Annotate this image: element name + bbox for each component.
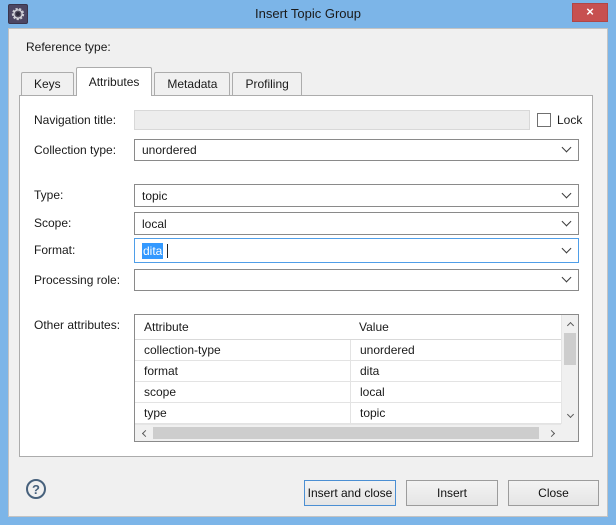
close-button[interactable]: Close [508,480,599,506]
collection-type-label: Collection type: [34,139,116,161]
column-header-value[interactable]: Value [350,315,561,339]
insert-and-close-button[interactable]: Insert and close [304,480,396,506]
help-icon[interactable]: ? [26,479,46,499]
chevron-down-icon [563,144,570,151]
scroll-down-icon[interactable] [562,407,579,424]
column-header-attribute[interactable]: Attribute [135,315,350,339]
tab-attributes[interactable]: Attributes [76,67,153,96]
chevron-down-icon [563,218,570,225]
type-combobox[interactable]: topic [134,184,579,207]
format-combobox[interactable]: dita [134,238,579,263]
table-header: Attribute Value [135,315,561,340]
table-row[interactable]: scope local [135,382,561,403]
scroll-left-icon[interactable] [135,425,152,442]
other-attributes-table: Attribute Value collection-type unordere… [134,314,579,442]
scrollbar-corner [561,424,578,441]
insert-button[interactable]: Insert [406,480,498,506]
chevron-down-icon [563,190,570,197]
tab-bar: Keys Attributes Metadata Profiling [21,67,304,96]
reference-type-label: Reference type: [26,40,111,54]
other-attributes-label: Other attributes: [34,316,120,334]
scroll-up-icon[interactable] [562,315,579,332]
attributes-tab-panel: Navigation title: Lock Collection type: … [19,95,593,457]
navigation-title-input[interactable] [134,110,530,130]
scope-combobox[interactable]: local [134,212,579,235]
tab-keys[interactable]: Keys [21,72,74,96]
processing-role-label: Processing role: [34,269,120,291]
vertical-scrollbar[interactable] [561,315,578,424]
tab-metadata[interactable]: Metadata [154,72,230,96]
dialog-client-area: Reference type: Keys Attributes Metadata… [8,28,608,517]
vertical-scrollbar-thumb[interactable] [564,333,576,365]
type-label: Type: [34,184,63,207]
table-row[interactable]: format dita [135,361,561,382]
insert-topic-group-dialog: Insert Topic Group × Reference type: Key… [0,0,616,525]
lock-label: Lock [557,110,582,130]
format-selected-text: dita [142,243,163,259]
scope-label: Scope: [34,212,71,235]
text-caret [167,244,168,258]
horizontal-scrollbar[interactable] [135,424,561,441]
collection-type-combobox[interactable]: unordered [134,139,579,161]
processing-role-combobox[interactable] [134,269,579,291]
tab-profiling[interactable]: Profiling [232,72,301,96]
titlebar: Insert Topic Group × [0,0,616,28]
table-row[interactable]: collection-type unordered [135,340,561,361]
close-icon[interactable]: × [572,3,608,22]
window-title: Insert Topic Group [0,6,616,21]
chevron-down-icon [563,274,570,281]
navigation-title-label: Navigation title: [34,110,116,130]
table-row[interactable]: type topic [135,403,561,424]
scroll-right-icon[interactable] [544,425,561,442]
horizontal-scrollbar-thumb[interactable] [153,427,539,439]
lock-checkbox[interactable] [537,113,551,127]
chevron-down-icon [563,245,570,252]
format-label: Format: [34,238,75,263]
